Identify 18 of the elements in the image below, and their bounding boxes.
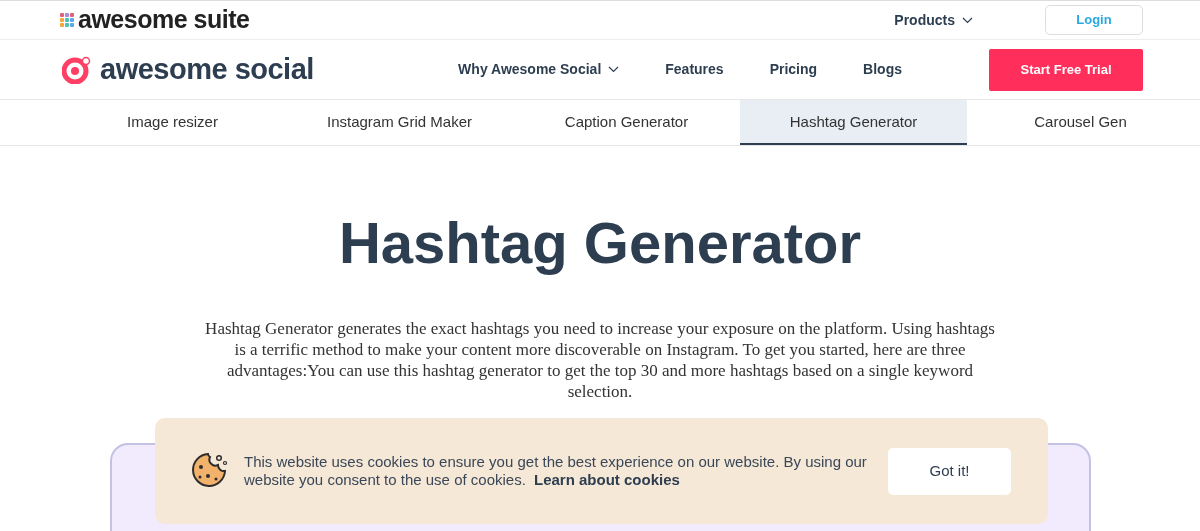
products-menu[interactable]: Products	[894, 9, 973, 31]
cookie-icon	[190, 452, 228, 490]
learn-more-link[interactable]: Learn about cookies	[534, 471, 680, 488]
logo-icon	[62, 55, 92, 84]
cookie-message: This website uses cookies to ensure you get the best experience on our website. By using our website you consent to the use of cookies. Learn about cookies	[244, 453, 868, 489]
nav-link[interactable]: Blogs	[863, 59, 902, 80]
accept-button[interactable]: Got it!	[888, 447, 1011, 495]
chevron-down-icon	[962, 16, 973, 24]
nav-link[interactable]: Why Awesome Social	[458, 59, 620, 80]
page-title: Hashtag Generator	[337, 209, 863, 277]
description: Hashtag Generator generates the exact hashtags you need to increase your exposure on the platform. Using hashtags is a terrific method to make your content more discoverable on Instagram. To get you started, here are three advantages:You can use this hashtag generator to get the top 30 and more hashtags based on a single keyword selection.	[205, 317, 995, 402]
nav-link[interactable]: Features	[665, 59, 724, 80]
grid-dots-icon	[60, 13, 74, 27]
logo[interactable]: awesome suite	[78, 1, 250, 39]
nav-link[interactable]: Pricing	[769, 59, 818, 80]
tool-tab[interactable]: Hashtag Generator	[740, 100, 967, 145]
start-trial-button[interactable]: Start Free Trial	[989, 48, 1143, 91]
logo[interactable]: awesome social	[100, 47, 314, 92]
